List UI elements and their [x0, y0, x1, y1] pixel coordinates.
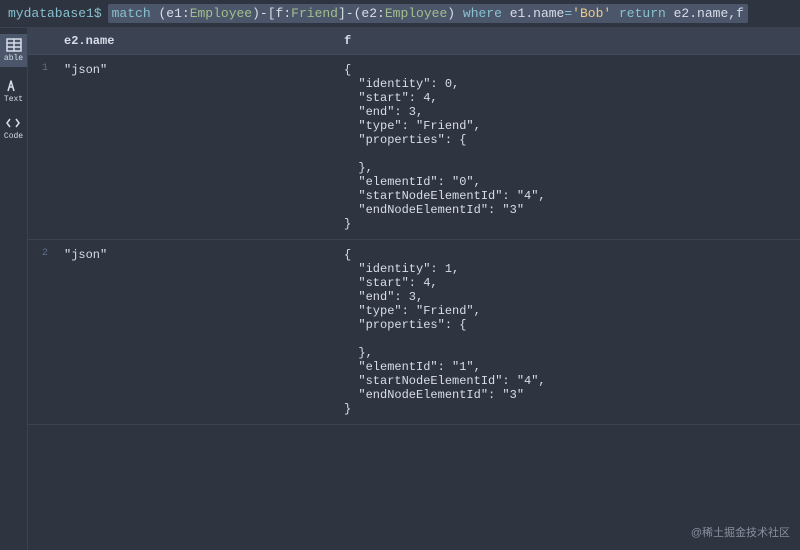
table-row[interactable]: 2 "json" { "identity": 1, "start": 4, "e… — [28, 240, 800, 425]
view-text-tab[interactable]: Text — [4, 79, 23, 104]
row-number-header — [28, 34, 52, 48]
view-code-label: Code — [4, 132, 23, 141]
cell-name: "json" — [52, 55, 332, 85]
main-area: able Text Code e2.name f 1 "json" { "ide… — [0, 28, 800, 550]
watermark: @稀土掘金技术社区 — [691, 524, 790, 540]
view-text-label: Text — [4, 95, 23, 104]
view-table-label: able — [4, 54, 23, 63]
cell-name: "json" — [52, 240, 332, 270]
prompt-prefix: mydatabase1$ — [8, 6, 102, 21]
table-icon — [6, 38, 22, 52]
table-header-row: e2.name f — [28, 28, 800, 55]
code-icon — [5, 116, 21, 130]
view-table-tab[interactable]: able — [0, 34, 27, 67]
query-text[interactable]: match·(e1:Employee)-[f:Friend]-(e2:Emplo… — [108, 4, 748, 23]
results-table: e2.name f 1 "json" { "identity": 0, "sta… — [28, 28, 800, 550]
query-bar[interactable]: mydatabase1$ match·(e1:Employee)-[f:Frie… — [0, 0, 800, 28]
text-icon — [5, 79, 21, 93]
cell-json: { "identity": 0, "start": 4, "end": 3, "… — [332, 55, 800, 239]
row-number: 1 — [28, 55, 52, 82]
column-header-name[interactable]: e2.name — [52, 34, 332, 48]
row-number: 2 — [28, 240, 52, 267]
view-code-tab[interactable]: Code — [4, 116, 23, 141]
result-view-sidebar: able Text Code — [0, 28, 28, 550]
table-row[interactable]: 1 "json" { "identity": 0, "start": 4, "e… — [28, 55, 800, 240]
column-header-f[interactable]: f — [332, 34, 800, 48]
cell-json: { "identity": 1, "start": 4, "end": 3, "… — [332, 240, 800, 424]
